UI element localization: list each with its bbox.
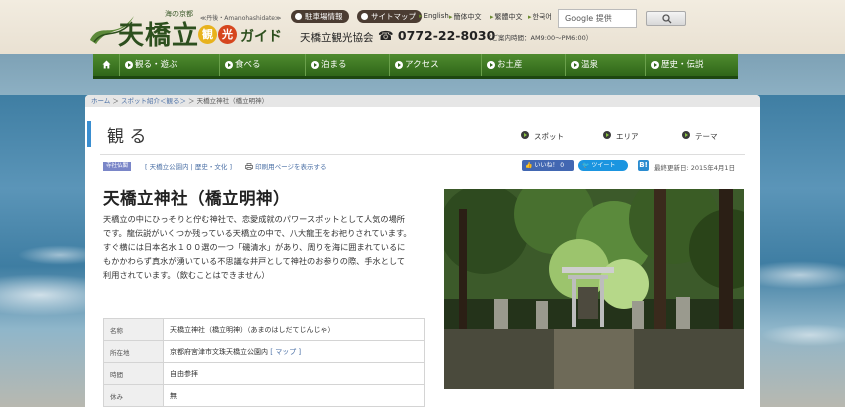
divider <box>100 154 745 155</box>
business-hours: （ご案内時間：AM9:00〜PM6:00） <box>485 34 593 42</box>
info-value: 京都府宮津市文珠天橋立公園内 <box>170 347 268 356</box>
info-key: 時間 <box>103 362 164 385</box>
chevron-right-icon <box>521 131 529 139</box>
lang-english-link[interactable]: English <box>419 12 449 20</box>
spot-description: 天橋立の中にひっそりと佇む神社で、恋愛成就のパワースポットとして人気の場所です。… <box>103 214 412 280</box>
shrine-photo-illustration <box>444 189 744 389</box>
tweet-button[interactable]: 🐦 ツイート <box>578 160 628 171</box>
main-nav: 観る・遊ぶ 食べる 泊まる アクセス お土産 温泉 歴史・伝説 <box>93 54 738 76</box>
parking-info-button[interactable]: 駐車場情報 <box>291 10 349 23</box>
info-key: 休み <box>103 384 164 407</box>
chevron-right-icon <box>311 61 319 69</box>
chevron-right-icon <box>487 61 495 69</box>
nav-item-stay[interactable]: 泊まる <box>306 54 390 76</box>
chevron-right-icon <box>603 131 611 139</box>
nav-item-access[interactable]: アクセス <box>390 54 482 76</box>
chevron-right-icon <box>125 61 133 69</box>
category-badge[interactable]: 寺社仏閣 <box>103 162 132 171</box>
logo-title[interactable]: 天橋立 <box>118 15 199 52</box>
page-title: 観 る <box>107 127 147 147</box>
association-name: 天橋立観光協会 <box>300 32 374 44</box>
last-updated: 最終更新日: 2015年4月1日 <box>654 164 736 172</box>
spot-title: 天橋立神社（橋立明神） <box>103 189 290 208</box>
print-link[interactable]: 印刷用ページを表示する <box>245 161 326 171</box>
search-button[interactable] <box>646 11 686 26</box>
nav-home[interactable] <box>93 54 120 76</box>
facebook-like-button[interactable]: 👍 いいね！ 0 <box>522 160 574 171</box>
spot-info-table: 名称 天橋立神社（橋立明神）（あまのはしだてじんじゃ） 所在地 京都府宮津市文珠… <box>103 318 425 407</box>
tab-theme[interactable]: テーマ <box>682 131 718 142</box>
site-header: 海の京都 ≪丹後・Amanohashidate≫ 天橋立 観 光 ガイド 駐車場… <box>0 0 845 54</box>
print-link-label: 印刷用ページを表示する <box>255 163 327 171</box>
chevron-right-icon <box>651 61 659 69</box>
content-panel: ホーム ＞ スポット紹介＜観る＞ ＞ 天橋立神社（橋立明神） 観 る スポット … <box>85 95 760 407</box>
nav-item-eat[interactable]: 食べる <box>220 54 306 76</box>
info-key: 所在地 <box>103 340 164 363</box>
breadcrumb-spots[interactable]: スポット紹介＜観る＞ <box>121 97 186 105</box>
chevron-right-icon <box>395 61 403 69</box>
nav-label: 温泉 <box>581 60 599 70</box>
table-row: 所在地 京都府宮津市文珠天橋立公園内 [ マップ ] <box>103 340 425 363</box>
logo-badge-kan: 観 <box>198 25 217 44</box>
nav-shadow <box>93 76 738 79</box>
hatena-bookmark-button[interactable]: B! <box>638 160 649 171</box>
breadcrumb-sep: ＞ <box>110 97 121 105</box>
chevron-right-icon <box>682 131 690 139</box>
lang-korean-link[interactable]: 한국어 <box>528 12 552 22</box>
nav-item-souvenir[interactable]: お土産 <box>482 54 566 76</box>
breadcrumb-sep: ＞ <box>185 97 197 105</box>
breadcrumb-current: 天橋立神社（橋立明神） <box>196 97 269 105</box>
logo-guide: ガイド <box>240 29 282 45</box>
title-accent-bar <box>87 121 91 147</box>
tab-label: テーマ <box>695 132 718 141</box>
logo-area: ≪丹後・Amanohashidate≫ <box>200 15 282 22</box>
spot-photo <box>444 189 744 389</box>
nav-label: 食べる <box>235 60 261 70</box>
chevron-right-icon <box>571 61 579 69</box>
tab-label: スポット <box>534 132 564 141</box>
info-value-cell: 京都府宮津市文珠天橋立公園内 [ マップ ] <box>163 340 425 363</box>
home-icon <box>102 60 110 69</box>
info-key: 名称 <box>103 318 164 341</box>
table-row: 時間 自由参拝 <box>103 362 425 385</box>
printer-icon <box>245 163 253 170</box>
nav-label: 観る・遊ぶ <box>135 60 178 70</box>
nav-item-see-play[interactable]: 観る・遊ぶ <box>120 54 220 76</box>
chevron-right-icon <box>225 61 233 69</box>
nav-item-onsen[interactable]: 温泉 <box>566 54 646 76</box>
table-row: 名称 天橋立神社（橋立明神）（あまのはしだてじんじゃ） <box>103 318 425 341</box>
lang-simplified-chinese-link[interactable]: 簡体中文 <box>449 12 482 22</box>
nav-label: お土産 <box>497 60 523 70</box>
info-value: 天橋立神社（橋立明神）（あまのはしだてじんじゃ） <box>163 318 425 341</box>
tab-label: エリア <box>616 132 639 141</box>
info-value: 自由参拝 <box>163 362 425 385</box>
nav-label: 泊まる <box>321 60 347 70</box>
sitemap-button[interactable]: サイトマップ <box>357 10 422 23</box>
info-value: 無 <box>163 384 425 407</box>
tab-area[interactable]: エリア <box>603 131 639 142</box>
search-input[interactable]: Google 提供 <box>558 9 637 28</box>
lang-traditional-chinese-link[interactable]: 繁體中文 <box>490 12 523 22</box>
table-row: 休み 無 <box>103 384 425 407</box>
nav-item-history[interactable]: 歴史・伝説 <box>646 54 738 76</box>
phone-number: ☎ 0772-22-8030 <box>378 28 496 43</box>
search-icon <box>662 14 672 24</box>
map-link[interactable]: [ マップ ] <box>270 348 301 356</box>
nav-label: アクセス <box>405 60 439 70</box>
nav-label: 歴史・伝説 <box>661 60 704 70</box>
breadcrumb: ホーム ＞ スポット紹介＜観る＞ ＞ 天橋立神社（橋立明神） <box>85 95 760 107</box>
logo-badge-kou: 光 <box>218 25 237 44</box>
tag-links[interactable]: [ 天橋立公園内 | 歴史・文化 ] <box>145 161 232 171</box>
breadcrumb-home[interactable]: ホーム <box>91 97 110 105</box>
tab-spot[interactable]: スポット <box>521 131 564 142</box>
